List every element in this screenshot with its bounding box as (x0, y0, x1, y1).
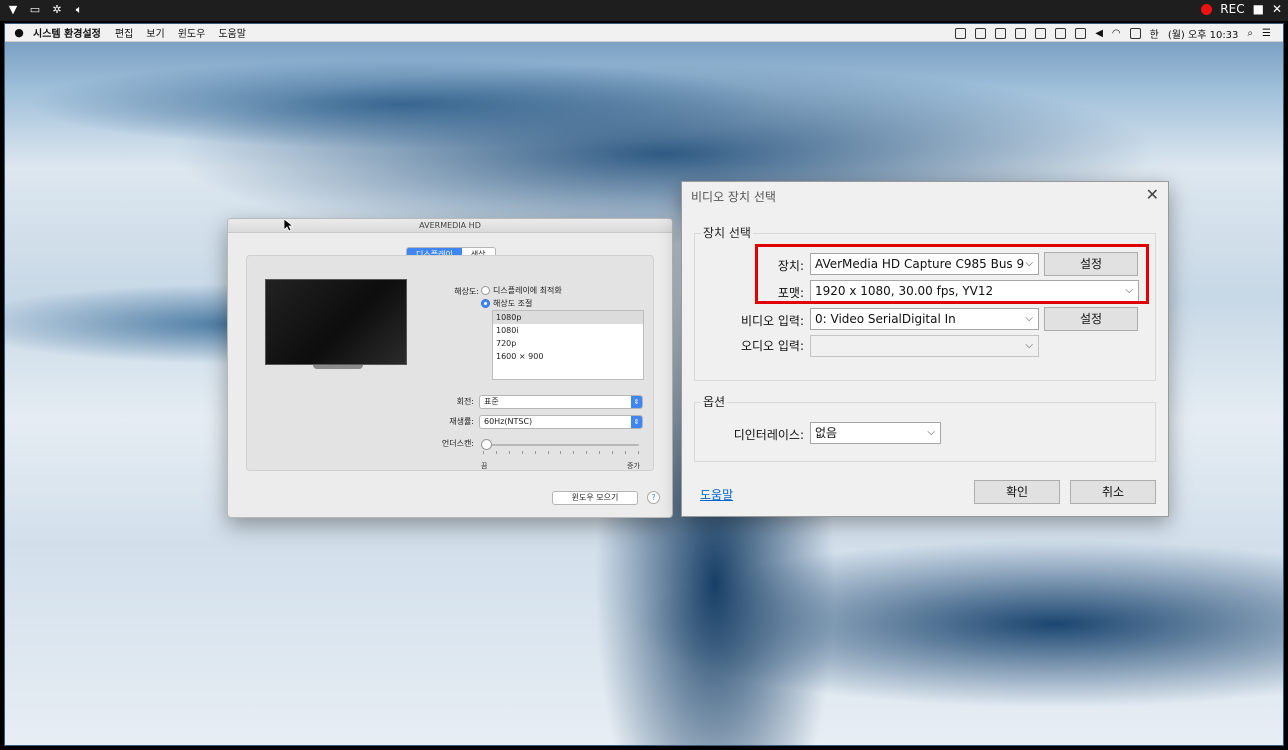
monitor-stand (313, 365, 363, 369)
radio-scaled-label: 해상도 조절 (493, 299, 533, 308)
radio-optimized[interactable]: 디스플레이에 최적화 (481, 285, 562, 296)
capture-viewer: ▼ ▭ ✲ 🔈︎ REC ■ ✕ ● 시스템 환경설정 편집 보기 윈도우 도움… (0, 0, 1288, 750)
help-link[interactable]: 도움말 (700, 486, 733, 503)
refresh-label: 재생률: (449, 417, 474, 426)
mouse-pointer-icon (284, 219, 293, 232)
spotlight-search-icon[interactable]: ⌕ (1247, 28, 1253, 39)
chevron-updown-icon: ⇕ (631, 416, 642, 428)
window-icon[interactable]: ▭ (28, 3, 42, 17)
underscan-max-label: 증가 (627, 462, 640, 470)
status-app-icon[interactable] (955, 28, 967, 39)
display-pane: 해상도: 디스플레이에 최적화 해상도 조절 1080p 1080i 720p … (246, 255, 654, 471)
audio-input-select[interactable]: ⌵ (810, 335, 1039, 357)
list-item[interactable]: 1600 × 900 (493, 350, 643, 363)
video-input-settings-button[interactable]: 설정 (1044, 307, 1138, 331)
chevron-updown-icon: ⇕ (631, 396, 642, 408)
refresh-popup[interactable]: 60Hz(NTSC) ⇕ (479, 415, 643, 429)
record-dot-icon (1201, 3, 1213, 15)
refresh-value: 60Hz(NTSC) (484, 417, 533, 426)
chevron-down-icon: ⌵ (1025, 313, 1033, 324)
device-group-title: 장치 선택 (701, 224, 753, 241)
clock-text[interactable]: (월) 오후 10:33 (1168, 26, 1239, 41)
underscan-min-label: 끔 (481, 462, 488, 470)
ok-button[interactable]: 확인 (974, 480, 1060, 504)
status-square-icon[interactable] (1035, 28, 1047, 39)
close-icon[interactable]: ✕ (1272, 2, 1282, 16)
display-preferences-window: AVERMEDIA HD 디스플레이 색상 해상도: 디스플레이에 최적화 해상… (227, 218, 673, 518)
menu-window[interactable]: 윈도우 (178, 25, 206, 40)
underscan-label: 언더스캔: (441, 439, 474, 448)
dialog-title: 비디오 장치 선택 (691, 190, 776, 204)
slider-ticks (483, 451, 639, 454)
menu-app-name[interactable]: 시스템 환경설정 (33, 25, 101, 40)
audio-input-label: 오디오 입력: (740, 339, 804, 353)
video-input-select[interactable]: 0: Video SerialDigital In ⌵ (810, 308, 1039, 330)
volume-icon[interactable]: ◀︎ (1095, 28, 1103, 39)
rotation-popup[interactable]: 표준 ⇕ (479, 395, 643, 409)
radio-scaled-circle[interactable] (481, 299, 490, 308)
capture-toolbar: ▼ ▭ ✲ 🔈︎ REC ■ ✕ (0, 0, 1288, 22)
chevron-down-icon: ⌵ (927, 427, 935, 438)
resolution-list[interactable]: 1080p 1080i 720p 1600 × 900 (492, 310, 644, 380)
input-source-badge[interactable]: 한 (1150, 26, 1159, 41)
window-title: AVERMEDIA HD (228, 219, 672, 233)
gather-windows-button[interactable]: 윈도우 모으기 (552, 491, 638, 505)
wifi-icon[interactable]: ◠ (1112, 28, 1121, 39)
rec-label[interactable]: REC (1220, 2, 1244, 16)
menu-help[interactable]: 도움말 (218, 25, 246, 40)
radio-scaled[interactable]: 해상도 조절 (481, 298, 532, 309)
slider-knob[interactable] (481, 439, 492, 450)
underscan-slider[interactable] (481, 439, 639, 450)
menu-view[interactable]: 보기 (146, 25, 164, 40)
deinterlace-label: 디인터레이스: (733, 428, 804, 442)
list-item[interactable]: 720p (493, 337, 643, 350)
video-input-label: 비디오 입력: (740, 314, 804, 328)
remote-screen: ● 시스템 환경설정 편집 보기 윈도우 도움말 ◀︎ ◠ 한 (월) 오후 1… (4, 23, 1284, 746)
status-display-icon[interactable] (975, 28, 987, 39)
dropdown-triangle-icon[interactable]: ▼ (6, 3, 20, 17)
rotation-label: 회전: (456, 397, 474, 406)
cancel-button[interactable]: 취소 (1070, 480, 1156, 504)
deinterlace-value: 없음 (815, 426, 838, 440)
list-item[interactable]: 1080p (493, 311, 643, 324)
list-item[interactable]: 1080i (493, 324, 643, 337)
video-input-value: 0: Video SerialDigital In (815, 312, 956, 326)
help-button[interactable]: ? (647, 491, 660, 504)
mac-menu-bar: ● 시스템 환경설정 편집 보기 윈도우 도움말 ◀︎ ◠ 한 (월) 오후 1… (5, 24, 1283, 42)
status-sync-icon[interactable] (1015, 28, 1027, 39)
battery-icon[interactable] (995, 28, 1007, 39)
video-device-dialog: 비디오 장치 선택 ✕ 장치 선택 장치: AVerMedia HD Captu… (681, 181, 1169, 517)
camera-icon[interactable]: ■ (1253, 2, 1264, 16)
speaker-icon[interactable]: 🔈︎ (72, 3, 86, 17)
rotation-value: 표준 (484, 397, 499, 406)
monitor-image (265, 279, 407, 365)
status-grid-icon[interactable] (1055, 28, 1067, 39)
settings-icon[interactable]: ✲ (50, 3, 64, 17)
apple-logo-icon[interactable]: ● (5, 26, 33, 39)
highlight-box (755, 244, 1149, 304)
close-icon[interactable]: ✕ (1146, 185, 1159, 204)
menu-edit[interactable]: 편집 (115, 25, 133, 40)
radio-optimized-circle[interactable] (481, 286, 490, 295)
resolution-label: 해상도: (454, 287, 479, 296)
battery-charge-icon[interactable] (1129, 28, 1141, 39)
chevron-down-icon: ⌵ (1025, 340, 1033, 351)
airplay-icon[interactable] (1075, 28, 1087, 39)
options-group-title: 옵션 (701, 393, 728, 410)
radio-optimized-label: 디스플레이에 최적화 (493, 286, 562, 295)
notification-center-icon[interactable]: ☰ (1262, 28, 1271, 39)
deinterlace-select[interactable]: 없음 ⌵ (810, 422, 941, 444)
